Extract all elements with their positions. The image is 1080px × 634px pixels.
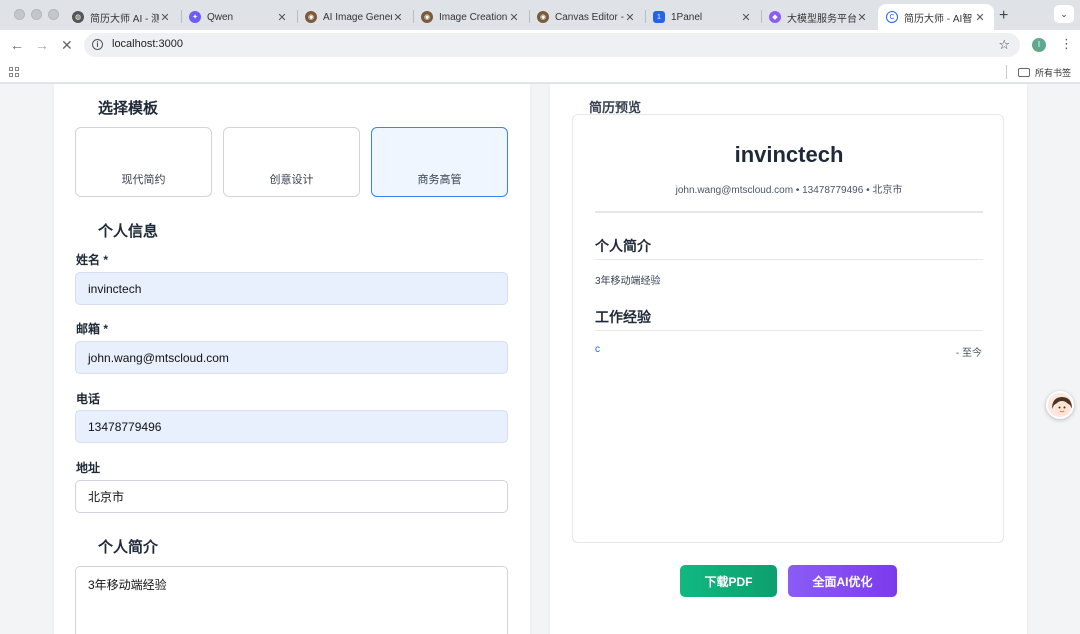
preview-divider [595,330,983,331]
browser-tab[interactable]: ◉ AI Image Genera ✕ [297,4,412,30]
browser-tab-strip: ◍ 简历大师 AI - 测 ✕ ✦ Qwen ✕ ◉ AI Image Gene… [0,0,1080,30]
tab-title: 大模型服务平台 [787,13,856,25]
resume-preview-document: invinctech john.wang@mtscloud.com • 1347… [572,114,1004,543]
preview-experience-heading: 工作经验 [595,309,651,325]
resume-master-icon: C [886,11,898,23]
tab-close-icon[interactable]: ✕ [740,11,752,24]
browser-tab[interactable]: ◆ 大模型服务平台 ✕ [761,4,876,30]
minimize-window-button[interactable] [31,9,42,20]
preview-summary-text: 3年移动端经验 [595,276,661,287]
bookmark-star-icon[interactable]: ☆ [998,37,1010,53]
tab-title: 1Panel [671,11,703,23]
preview-summary-heading: 个人简介 [595,238,651,254]
forward-arrow-icon[interactable]: → [35,37,49,53]
tab-close-icon[interactable]: ✕ [856,11,868,24]
browser-tab[interactable]: ◉ Image Creation ✕ [413,4,528,30]
preview-experience-date: - 至今 [955,348,982,359]
window-controls [14,9,59,20]
1panel-icon: 1 [653,11,665,23]
tab-title: 简历大师 - AI智 [904,13,973,25]
all-bookmarks-folder[interactable]: 所有书签 [1018,66,1071,79]
globe-icon: ◍ [72,11,84,23]
ai-image-icon: ◉ [305,11,317,23]
tab-title: Qwen [207,11,234,23]
apps-grid-icon[interactable] [9,67,19,77]
tab-title: 简历大师 AI - 测 [90,13,159,25]
profile-avatar[interactable]: I [1032,38,1046,52]
assistant-avatar-icon[interactable] [1046,391,1074,419]
tab-title: AI Image Genera [323,11,392,23]
tab-title: Image Creation [439,11,508,23]
qwen-icon: ✦ [189,11,201,23]
ai-image-icon: ◉ [421,11,433,23]
tab-close-icon[interactable]: ✕ [508,11,520,24]
bookmarks-bar: 所有书签 [0,61,1080,83]
browser-tab[interactable]: ◍ 简历大师 AI - 测 ✕ [64,4,179,30]
browser-tab[interactable]: ◉ Canvas Editor - ✕ [529,4,644,30]
ai-optimize-button[interactable]: 全面AI优化 [788,565,897,597]
close-window-button[interactable] [14,9,25,20]
tab-title: Canvas Editor - [555,11,624,23]
browser-toolbar: ← → ✕ i localhost:3000 ☆ [0,30,1080,61]
tab-search-chevron-icon[interactable]: ⌄ [1054,5,1074,23]
preview-layer: 简历预览 invinctech john.wang@mtscloud.com •… [0,84,1080,634]
preview-divider [595,211,983,213]
tab-close-icon[interactable]: ✕ [974,11,986,24]
canvas-icon: ◉ [537,11,549,23]
zoom-window-button[interactable] [48,9,59,20]
site-info-icon[interactable]: i [92,39,103,50]
preview-divider [595,259,983,260]
folder-icon [1018,68,1030,77]
all-bookmarks-label: 所有书签 [1035,68,1072,78]
tab-close-icon[interactable]: ✕ [624,11,636,24]
preview-contact-line: john.wang@mtscloud.com • 13478779496 • 北… [675,185,903,196]
download-pdf-button[interactable]: 下载PDF [680,565,777,597]
model-platform-icon: ◆ [769,11,781,23]
address-url[interactable]: localhost:3000 [112,38,183,50]
browser-tab-active[interactable]: C 简历大师 - AI智 ✕ [878,4,994,30]
browser-tab[interactable]: ✦ Qwen ✕ [181,4,296,30]
new-tab-plus-icon[interactable]: + [999,7,1008,25]
browser-menu-icon[interactable]: ⋮ [1060,36,1073,52]
preview-experience-company: c [595,344,600,355]
stop-loading-icon[interactable]: ✕ [61,37,73,54]
preview-name: invinctech [734,142,844,167]
tab-close-icon[interactable]: ✕ [392,11,404,24]
tab-close-icon[interactable]: ✕ [159,11,171,24]
back-arrow-icon[interactable]: ← [10,37,24,53]
browser-tab[interactable]: 1 1Panel ✕ [645,4,760,30]
address-bar[interactable]: i localhost:3000 ☆ [84,33,1020,57]
tab-close-icon[interactable]: ✕ [276,11,288,24]
